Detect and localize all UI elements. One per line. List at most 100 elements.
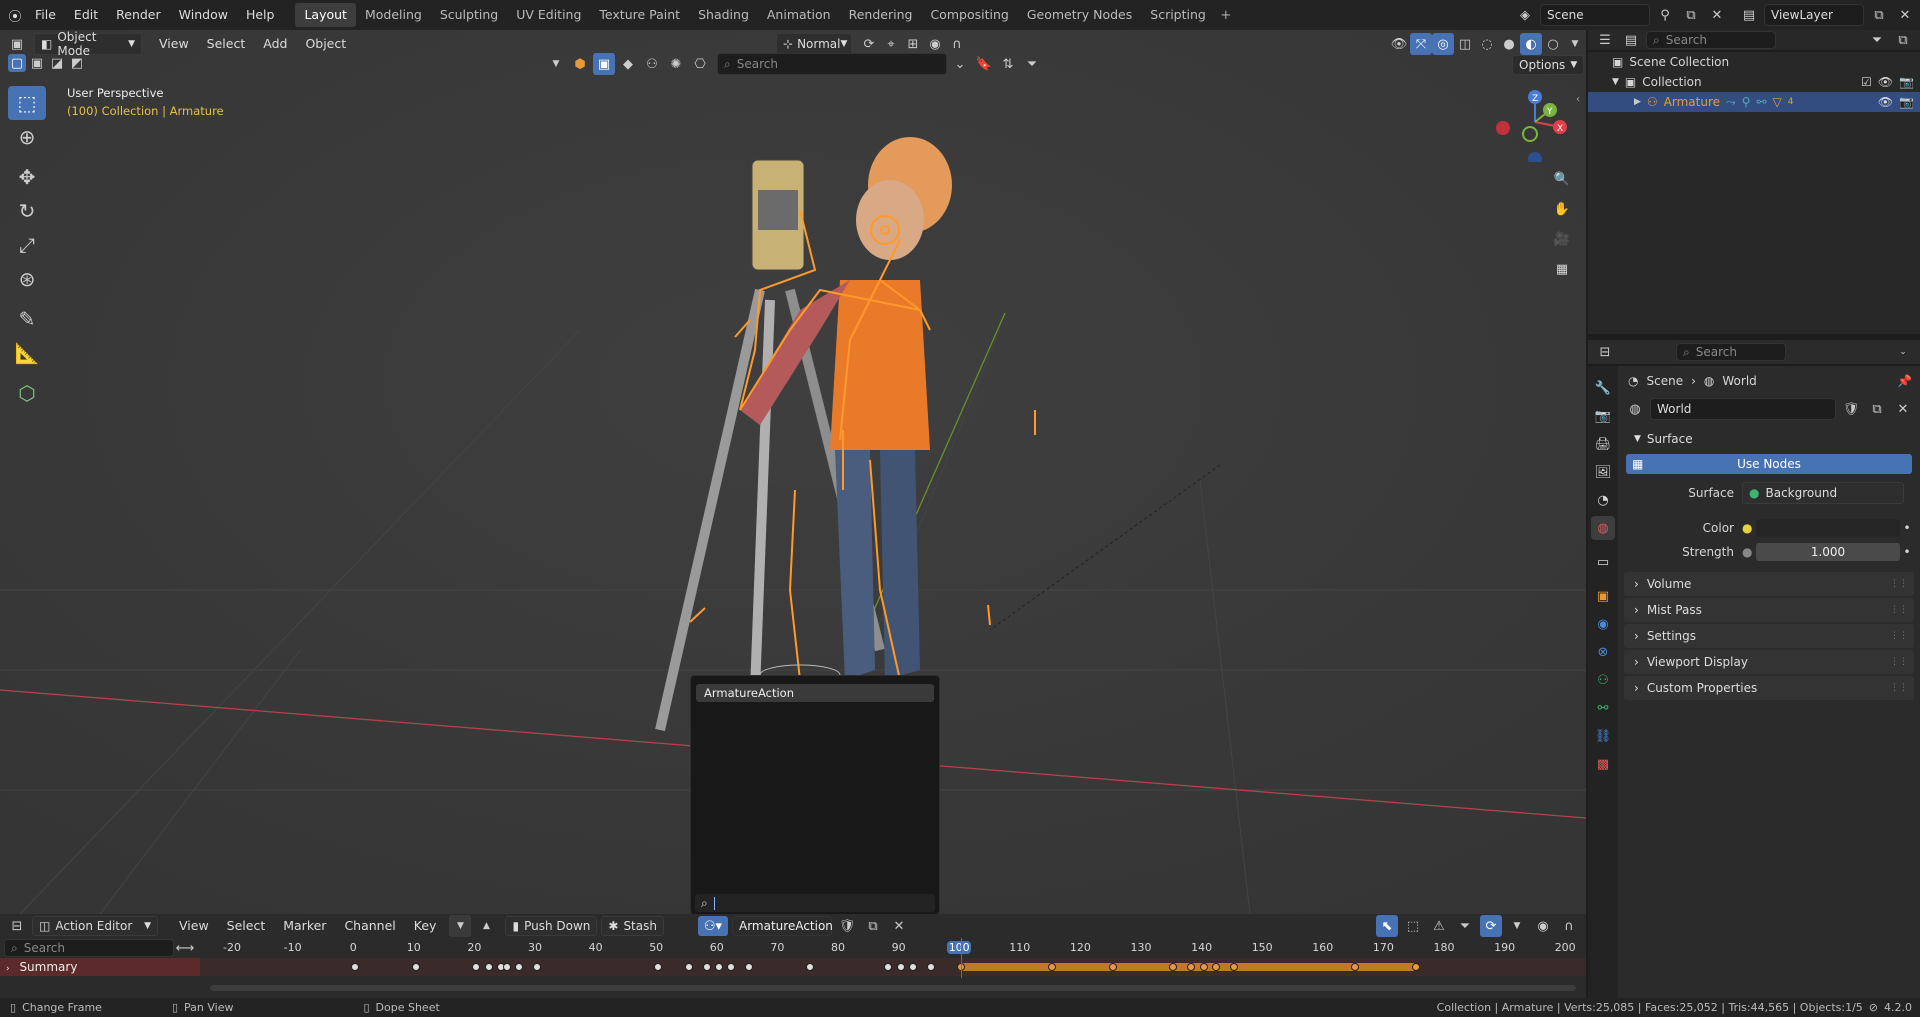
render-tab-icon[interactable]: 📷	[1591, 404, 1615, 428]
stash-button[interactable]: ✱ Stash	[601, 916, 664, 936]
editor-type-icon[interactable]: ▣	[6, 33, 28, 55]
drag-handle-icon[interactable]: ⋮⋮	[1890, 631, 1908, 641]
panel-volume[interactable]: › Volume ⋮⋮	[1624, 572, 1914, 596]
select-invert-icon[interactable]: ◩	[68, 54, 86, 72]
strength-field[interactable]: 1.000	[1756, 543, 1900, 561]
proportional-icon[interactable]: ◉	[1532, 915, 1554, 937]
panel-settings[interactable]: › Settings ⋮⋮	[1624, 624, 1914, 648]
filter-mesh-icon[interactable]: ◆	[617, 53, 639, 75]
panel-custom-properties[interactable]: › Custom Properties ⋮⋮	[1624, 676, 1914, 700]
push-down-button[interactable]: ▮ Push Down	[505, 916, 598, 936]
keyframe-dot[interactable]	[654, 963, 663, 971]
keyframe-dot[interactable]	[1199, 963, 1208, 971]
output-tab-icon[interactable]: 🖨	[1591, 432, 1615, 456]
snap-dropdown-icon[interactable]: ▼	[1506, 915, 1528, 937]
action-search-input[interactable]: ⌕	[695, 894, 935, 912]
keyframe-dot-icon[interactable]: •	[1900, 545, 1914, 559]
drag-handle-icon[interactable]: ⋮⋮	[1890, 605, 1908, 615]
select-extend-icon[interactable]: ▣	[28, 54, 46, 72]
grid-view-icon[interactable]: ▦	[1550, 257, 1574, 281]
new-view-layer-icon[interactable]: ⧉	[1868, 4, 1890, 26]
action-menu-channel[interactable]: Channel	[335, 916, 404, 936]
keyframe-dot[interactable]	[896, 963, 905, 971]
key-filter-toggle-icon[interactable]: ▲	[475, 915, 497, 937]
keyframe-dot[interactable]	[726, 963, 735, 971]
move-tool-icon[interactable]: ✥	[8, 160, 46, 194]
add-workspace-icon[interactable]: +	[1215, 4, 1237, 26]
playhead-line[interactable]	[961, 938, 963, 978]
xray-icon[interactable]: ◫	[1454, 33, 1476, 55]
socket-dot-icon[interactable]: ●	[1742, 545, 1756, 559]
keyframe-dot[interactable]	[411, 963, 420, 971]
orientation-dropdown[interactable]: ⊹ Normal ▼	[776, 33, 852, 55]
falloff-icon[interactable]: ∩	[946, 33, 968, 55]
filter-armature-icon[interactable]: ⚇	[641, 53, 663, 75]
tab-shading[interactable]: Shading	[689, 3, 758, 27]
keyframe-dot[interactable]	[472, 963, 481, 971]
view-layer-icon[interactable]: ▤	[1738, 4, 1760, 26]
fake-user-icon[interactable]: 🛡	[1840, 398, 1862, 420]
keyframe-dot[interactable]	[351, 963, 360, 971]
zoom-icon[interactable]: 🔍	[1550, 167, 1574, 191]
expand-arrow-icon[interactable]: ▼	[1612, 77, 1619, 87]
pin-icon[interactable]: 📌	[1897, 374, 1912, 388]
funnel-icon[interactable]: ⏷	[1021, 53, 1043, 75]
pose-icon[interactable]: ⚲	[1742, 95, 1751, 109]
bone-icon[interactable]: ⚯	[1756, 95, 1766, 109]
tab-uv-editing[interactable]: UV Editing	[507, 3, 590, 27]
action-list-item[interactable]: ArmatureAction	[696, 684, 934, 702]
eye-icon[interactable]: 👁	[1878, 95, 1893, 109]
keyframe-dot-icon[interactable]: •	[1900, 521, 1914, 535]
viewport-menu-add[interactable]: Add	[254, 32, 296, 56]
tool-tab-icon[interactable]: 🔧	[1591, 376, 1615, 400]
add-cube-tool-icon[interactable]: ⬡	[8, 376, 46, 410]
tab-layout[interactable]: Layout	[295, 3, 356, 27]
falloff-icon[interactable]: ∩	[1558, 915, 1580, 937]
overlay-icon[interactable]: ◎	[1432, 33, 1454, 55]
close-icon[interactable]: ✕	[1706, 4, 1728, 26]
color-swatch[interactable]	[1756, 519, 1900, 537]
key-filter-icon[interactable]: ▼	[449, 915, 472, 937]
solid-shading-icon[interactable]: ●	[1498, 33, 1520, 55]
action-menu-select[interactable]: Select	[218, 916, 275, 936]
proportional-edit-icon[interactable]: ◉	[924, 33, 946, 55]
options-button[interactable]: Options ▼	[1512, 55, 1585, 75]
bookmark-icon[interactable]: 🔖	[973, 53, 995, 75]
outliner-item-scene-collection[interactable]: ▣ Scene Collection	[1588, 52, 1920, 72]
keyframe-track[interactable]	[200, 938, 1586, 978]
keyframe-dot[interactable]	[684, 963, 693, 971]
world-tab-icon[interactable]: ◍	[1591, 516, 1615, 540]
bone-tab-icon[interactable]: ⚯	[1591, 696, 1615, 720]
close-view-layer-icon[interactable]: ✕	[1894, 4, 1916, 26]
keyframe-dot[interactable]	[1411, 963, 1420, 971]
horizontal-scrollbar[interactable]	[210, 985, 1576, 991]
tab-scripting[interactable]: Scripting	[1141, 3, 1215, 27]
fake-user-icon[interactable]: 🛡	[836, 915, 858, 937]
rotate-tool-icon[interactable]: ↻	[8, 194, 46, 228]
collection-tab-icon[interactable]: ▭	[1591, 550, 1615, 574]
action-menu-key[interactable]: Key	[405, 916, 446, 936]
pan-hand-icon[interactable]: ✋	[1550, 197, 1574, 221]
new-collection-icon[interactable]: ⧉	[1892, 29, 1914, 51]
filter-icon[interactable]: ⏷	[1866, 29, 1888, 51]
physics-tab-icon[interactable]: ◉	[1591, 612, 1615, 636]
collapse-icon[interactable]: ▼	[545, 53, 567, 75]
channel-search-input[interactable]: ⌕ Search	[4, 939, 174, 957]
camera-icon[interactable]: 📷	[1899, 75, 1914, 89]
keyframe-dot[interactable]	[908, 963, 917, 971]
scene-tab-icon[interactable]: ◔	[1591, 488, 1615, 512]
tab-modeling[interactable]: Modeling	[356, 3, 431, 27]
view-layer-tab-icon[interactable]: 🖼	[1591, 460, 1615, 484]
object-tab-icon[interactable]: ▣	[1591, 584, 1615, 608]
rendered-shading-icon[interactable]: ○	[1542, 33, 1564, 55]
duplicate-action-icon[interactable]: ⧉	[862, 915, 884, 937]
drag-handle-icon[interactable]: ⋮⋮	[1890, 657, 1908, 667]
snap-target-icon[interactable]: ⊞	[902, 33, 924, 55]
keyframe-dot[interactable]	[1108, 963, 1117, 971]
scene-icon[interactable]: ◈	[1514, 4, 1536, 26]
expand-arrow-icon[interactable]: ▶	[1634, 97, 1641, 107]
action-icon[interactable]: ⤳	[1726, 95, 1736, 110]
mode-dropdown[interactable]: ◧ Object Mode ▼	[34, 30, 142, 58]
tab-texture-paint[interactable]: Texture Paint	[590, 3, 689, 27]
socket-dot-icon[interactable]: ●	[1742, 521, 1756, 535]
